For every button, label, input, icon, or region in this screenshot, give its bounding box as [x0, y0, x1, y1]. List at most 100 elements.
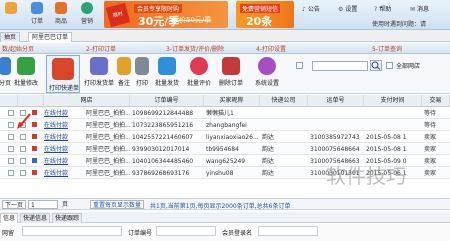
cell-express: 韵达: [262, 146, 275, 153]
orders-nav-button[interactable]: 订单: [28, 2, 46, 25]
cell-payment-link[interactable]: 在线付款: [44, 132, 84, 143]
row-checkbox[interactable]: [8, 146, 14, 152]
help-link[interactable]: ? 帮助: [374, 4, 391, 13]
column-header-waybill[interactable]: 运单号: [308, 95, 364, 107]
cell-order-no: 1040106344485460: [132, 158, 194, 165]
cell-shop: 阿里巴巴_拍拍...: [86, 110, 130, 117]
detail-fields: 网留 订单编号 会员登录名: [0, 224, 450, 241]
table-row[interactable]: 在线付款 阿里巴巴_拍拍... 1042557221460607 liyanxiaox…: [0, 132, 450, 143]
query-checkbox[interactable]: [296, 62, 303, 69]
app-icon-button[interactable]: [2, 2, 20, 16]
cell-paytime: [366, 108, 422, 119]
promo-badge: 限时: [105, 2, 131, 28]
cell-buyer: liyanxiaoxiao26...: [206, 134, 259, 141]
section-print-settings: 4-打印设置: [256, 46, 286, 53]
red-flag-icon[interactable]: [32, 134, 37, 139]
cell-payment-link[interactable]: 在线付款: [44, 144, 84, 155]
orders-nav-label: 订单: [30, 18, 43, 25]
table-row[interactable]: 在线付款 阿里巴巴_拍拍... 939903012017014 tb9954684 韵达…: [0, 144, 450, 155]
print-invoice-button[interactable]: 打印发货单: [84, 57, 114, 87]
row-checkbox[interactable]: [8, 158, 14, 164]
page-icon: [0, 57, 11, 75]
detail-tabs: 信息 快递信息 快递跟踪: [0, 212, 450, 223]
row-checkbox[interactable]: [8, 110, 14, 116]
cell-payment-link[interactable]: 在线付款: [44, 168, 84, 179]
red-flag-icon[interactable]: [32, 170, 37, 175]
batch-ship-button[interactable]: 批量发货: [152, 57, 182, 87]
page-button[interactable]: 分页: [0, 57, 12, 87]
print-express-button[interactable]: 打印快递单: [46, 55, 80, 93]
tab-info[interactable]: 信息: [0, 213, 19, 223]
batch-review-button[interactable]: 批量评价: [184, 57, 214, 87]
delete-order-button[interactable]: 删除订单: [216, 57, 246, 87]
document-tabs: 抽页 阿里巴巴订单: [0, 30, 450, 42]
settings-icon: ⚙: [338, 6, 344, 13]
sms-promo-banner[interactable]: 免费营销短信 20条: [236, 1, 294, 28]
cell-waybill: 3100075648664: [310, 146, 360, 153]
column-header-status[interactable]: 交易: [422, 95, 450, 107]
page-number-input[interactable]: 1: [28, 200, 58, 209]
row-select-checkbox[interactable]: [20, 134, 26, 140]
remark-button[interactable]: 备注: [116, 57, 132, 87]
row-select-checkbox[interactable]: [20, 146, 26, 152]
member-login-field[interactable]: [258, 226, 318, 236]
marketing-icon: [81, 2, 93, 14]
paging-bar: 下一页 1 页 重置每页显示数量 共1页,当前第1页,每页显示2000条订单,总…: [0, 198, 450, 210]
red-flag-icon[interactable]: [32, 122, 37, 127]
goods-nav-label: 商品: [54, 18, 67, 25]
tab-page[interactable]: 抽页: [0, 32, 21, 42]
cell-buyer: 懒懒猫儿1: [206, 110, 234, 117]
table-row[interactable]: 在线付款 阿里巴巴_拍拍... 1098699212844488 懒懒猫儿1 等待: [0, 108, 450, 119]
search-button[interactable]: [370, 60, 382, 71]
reset-page-size-button[interactable]: 重置每页显示数量: [90, 200, 145, 209]
cell-express: 韵达: [262, 170, 275, 177]
message-link[interactable]: ✉ 消息: [410, 4, 429, 13]
red-flag-icon[interactable]: [32, 110, 37, 115]
marketing-nav-button[interactable]: 营销: [78, 2, 96, 25]
column-header-shop[interactable]: 网店: [44, 95, 130, 107]
column-header-paytime[interactable]: 支付时间: [364, 95, 422, 107]
print-icon: [135, 57, 149, 75]
row-select-checkbox[interactable]: [20, 170, 26, 176]
column-header-express[interactable]: 快递公司: [260, 95, 308, 107]
red-flag-icon[interactable]: [32, 146, 37, 151]
row-checkbox[interactable]: [8, 122, 14, 128]
field-label-member-login: 会员登录名: [222, 230, 253, 237]
sms-promo-title: 免费营销短信: [240, 4, 281, 13]
goods-nav-button[interactable]: 商品: [52, 2, 70, 25]
order-search-input[interactable]: [312, 61, 368, 71]
cell-payment-link[interactable]: 在线付款: [44, 156, 84, 167]
cell-waybill: [310, 108, 364, 119]
note-field[interactable]: [22, 226, 122, 236]
row-checkbox[interactable]: [8, 134, 14, 140]
section-ship-review-delete: 3-订单发货/评价/删除: [166, 46, 225, 53]
cell-payment-link[interactable]: 在线付款: [44, 120, 84, 131]
order-no-field[interactable]: [156, 226, 216, 236]
row-select-checkbox[interactable]: [20, 158, 26, 164]
cell-waybill: [310, 120, 364, 131]
tab-express-info[interactable]: 快递信息: [20, 213, 51, 223]
tab-express-tracking[interactable]: 快递跟踪: [52, 213, 83, 223]
row-checkbox[interactable]: [8, 170, 14, 176]
column-header-order-no[interactable]: 订单编号: [130, 95, 204, 107]
cell-buyer: zhangbangfei: [206, 122, 247, 129]
cell-payment-link[interactable]: 在线付款: [44, 108, 84, 119]
notice-link[interactable]: ♪ 公告: [302, 4, 320, 13]
blue-flag-icon[interactable]: [32, 158, 37, 163]
batch-ship-icon: [158, 57, 176, 75]
print-button[interactable]: 打印: [134, 57, 150, 87]
section-header-bar: 数/起始分页 2-打印订单 3-订单发货/评价/删除 4-打印设置 5-订单查询: [0, 43, 450, 54]
batch-edit-button[interactable]: 批量修改: [14, 57, 38, 87]
system-settings-button[interactable]: 系统设置: [252, 57, 282, 87]
cell-shop: 阿里巴巴_拍拍...: [86, 158, 130, 165]
remark-icon: [117, 57, 131, 75]
table-row[interactable]: 在线付款 阿里巴巴_拍拍... 1073223865951216 zhangbangf…: [0, 120, 450, 131]
top-bar: 订单 商品 营销 限时 会员专享限时购 30元/季 原价50元/季 免费营销短信…: [0, 0, 450, 30]
settings-link[interactable]: ⚙ 设置: [338, 4, 357, 13]
cell-shop: 阿里巴巴_拍拍...: [86, 170, 130, 177]
column-header-buyer[interactable]: 买家昵称: [204, 95, 260, 107]
tab-alibaba-orders[interactable]: 阿里巴巴订单: [28, 32, 73, 42]
next-page-button[interactable]: 下一页: [2, 200, 27, 209]
all-shops-checkbox[interactable]: [386, 62, 393, 69]
member-promo-banner[interactable]: 限时 会员专享限时购 30元/季 原价50元/季: [104, 1, 228, 28]
